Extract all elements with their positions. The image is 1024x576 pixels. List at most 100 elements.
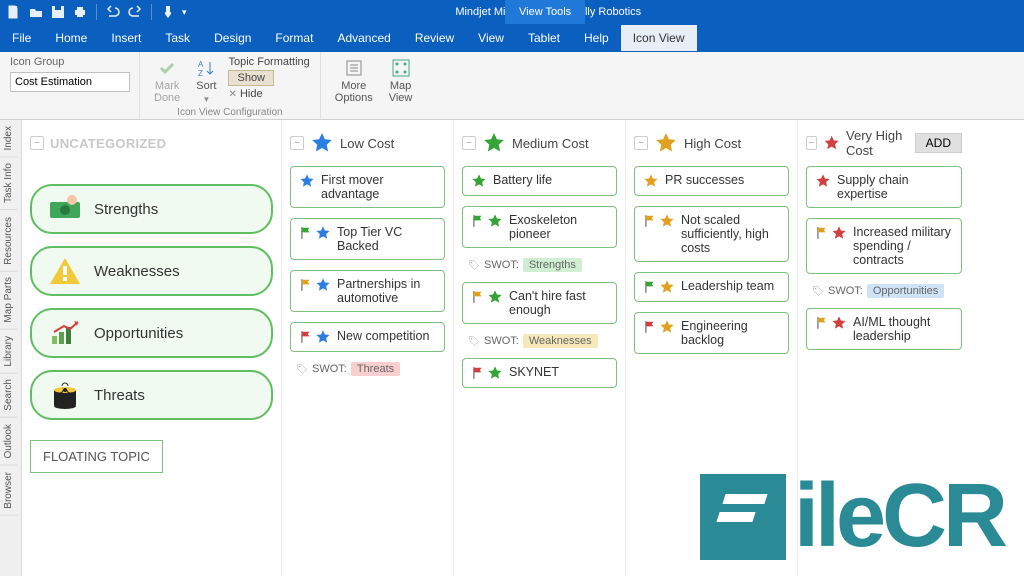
menu-design[interactable]: Design (202, 25, 263, 51)
menu-home[interactable]: Home (43, 25, 99, 51)
flag-icon (299, 329, 313, 345)
rail-index[interactable]: Index (0, 120, 17, 157)
add-column-button[interactable]: ADD (915, 133, 962, 153)
brush-icon[interactable] (160, 4, 176, 20)
collapse-icon[interactable]: − (30, 136, 44, 150)
watermark: ileCR (700, 465, 1004, 568)
more-options-button[interactable]: More Options (331, 56, 377, 106)
star-icon (315, 277, 331, 293)
flag-icon (471, 289, 485, 305)
card[interactable]: Increased military spending / contracts (806, 218, 962, 274)
titlebar: ▾ Mindjet MindManager - Rally Robotics V… (0, 0, 1024, 24)
options-icon (344, 58, 364, 78)
map-view-button[interactable]: Map View (385, 56, 417, 106)
menu-iconview[interactable]: Icon View (621, 25, 697, 51)
separator (151, 4, 152, 20)
menu-advanced[interactable]: Advanced (325, 25, 402, 51)
collapse-icon[interactable]: − (634, 136, 648, 150)
rail-search[interactable]: Search (0, 373, 17, 418)
growth-icon (48, 318, 82, 348)
star-icon (823, 131, 840, 155)
save-icon[interactable] (50, 4, 66, 20)
tag-icon (812, 285, 824, 297)
card[interactable]: PR successes (634, 166, 789, 196)
swot-opportunities[interactable]: Opportunities (30, 308, 273, 358)
column-medium: −Medium CostBattery lifeExoskeleton pion… (454, 120, 626, 576)
collapse-icon[interactable]: − (290, 136, 304, 150)
print-icon[interactable] (72, 4, 88, 20)
menu-tablet[interactable]: Tablet (516, 25, 572, 51)
card[interactable]: New competition (290, 322, 445, 352)
floating-topic[interactable]: FLOATING TOPIC (30, 440, 163, 473)
flag-icon (643, 319, 657, 335)
collapse-icon[interactable]: − (806, 136, 817, 150)
menu-insert[interactable]: Insert (99, 25, 153, 51)
menu-format[interactable]: Format (263, 25, 325, 51)
sort-button[interactable]: AZ Sort ▾ (192, 56, 220, 107)
card[interactable]: Engineering backlog (634, 312, 789, 354)
card-tag: SWOT:Weaknesses (468, 334, 598, 348)
dropdown-icon[interactable]: ▾ (182, 7, 187, 18)
mark-done-button[interactable]: Mark Done (150, 56, 184, 106)
star-icon (310, 131, 334, 155)
card[interactable]: Top Tier VC Backed (290, 218, 445, 260)
card[interactable]: Can't hire fast enough (462, 282, 617, 324)
money-icon (48, 194, 82, 224)
rail-outlook[interactable]: Outlook (0, 418, 17, 465)
swot-weaknesses[interactable]: Weaknesses (30, 246, 273, 296)
star-icon (315, 329, 331, 345)
star-icon (659, 279, 675, 295)
menu-review[interactable]: Review (403, 25, 466, 51)
menu-help[interactable]: Help (572, 25, 621, 51)
flag-icon (471, 365, 485, 381)
topic-formatting-group: Topic Formatting Show ✕ Hide (228, 56, 309, 100)
card-text: Top Tier VC Backed (337, 225, 436, 253)
card-text: New competition (337, 329, 429, 343)
card-text: AI/ML thought leadership (853, 315, 953, 343)
card[interactable]: SKYNET (462, 358, 617, 388)
icongroup-select[interactable] (10, 72, 130, 92)
star-icon (482, 131, 506, 155)
rail-mapparts[interactable]: Map Parts (0, 271, 17, 330)
separator (96, 4, 97, 20)
hide-toggle[interactable]: Hide (240, 88, 263, 100)
rail-resources[interactable]: Resources (0, 211, 17, 272)
column-title: UNCATEGORIZED (50, 136, 166, 151)
star-icon (815, 173, 831, 189)
menu-task[interactable]: Task (153, 25, 202, 51)
card[interactable]: Battery life (462, 166, 617, 196)
column-title: Low Cost (340, 136, 394, 151)
card-text: Battery life (493, 173, 552, 187)
card[interactable]: First mover advantage (290, 166, 445, 208)
star-icon (831, 225, 847, 241)
open-icon[interactable] (28, 4, 44, 20)
card[interactable]: Leadership team (634, 272, 789, 302)
card[interactable]: AI/ML thought leadership (806, 308, 962, 350)
card[interactable]: Not scaled sufficiently, high costs (634, 206, 789, 262)
flag-icon (471, 213, 485, 229)
swot-strengths[interactable]: Strengths (30, 184, 273, 234)
check-icon (157, 58, 177, 78)
rail-taskinfo[interactable]: Task Info (0, 157, 17, 210)
warning-icon (48, 256, 82, 286)
tag-icon (468, 259, 480, 271)
redo-icon[interactable] (127, 4, 143, 20)
card-tag: SWOT:Threats (296, 362, 400, 376)
card[interactable]: Partnerships in automotive (290, 270, 445, 312)
star-icon (654, 131, 678, 155)
swot-threats[interactable]: Threats (30, 370, 273, 420)
menu-view[interactable]: View (466, 25, 516, 51)
star-icon (659, 213, 675, 229)
undo-icon[interactable] (105, 4, 121, 20)
flag-icon (299, 225, 313, 241)
new-file-icon[interactable] (6, 4, 22, 20)
menu-file[interactable]: File (0, 25, 43, 51)
rail-browser[interactable]: Browser (0, 466, 17, 516)
collapse-icon[interactable]: − (462, 136, 476, 150)
show-toggle[interactable]: Show (228, 70, 274, 86)
card[interactable]: Exoskeleton pioneer (462, 206, 617, 248)
flag-icon (815, 315, 829, 331)
card[interactable]: Supply chain expertise (806, 166, 962, 208)
card-text: First mover advantage (321, 173, 436, 201)
rail-library[interactable]: Library (0, 330, 17, 374)
